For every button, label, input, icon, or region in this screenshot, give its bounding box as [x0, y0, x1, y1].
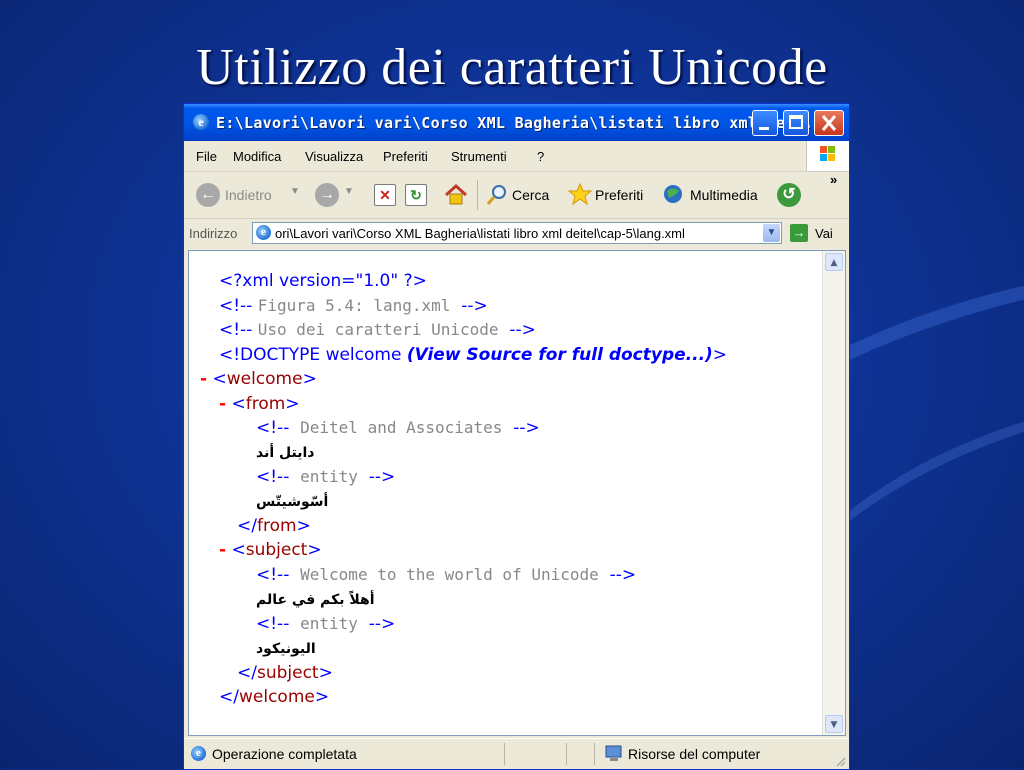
menu-visualizza[interactable]: Visualizza [305, 149, 363, 164]
arabic-text: اليونيكود [256, 641, 316, 657]
comment-line: <!-- Welcome to the world of Unicode --> [256, 565, 637, 585]
media-button-label[interactable]: Multimedia [690, 187, 758, 203]
media-icon[interactable] [661, 182, 687, 206]
comment-line: <!-- entity --> [256, 467, 396, 487]
menu-help[interactable]: ? [537, 149, 544, 164]
status-divider [594, 743, 595, 765]
search-icon[interactable] [485, 183, 509, 207]
toolbar-separator [477, 180, 478, 210]
resize-grip-icon[interactable] [833, 754, 847, 768]
status-zone: Risorse del computer [628, 746, 761, 762]
menu-strumenti[interactable]: Strumenti [451, 149, 507, 164]
scroll-down-icon[interactable]: ▼ [825, 715, 843, 733]
search-button-label[interactable]: Cerca [512, 187, 549, 203]
close-icon [821, 115, 837, 131]
arabic-text: أسّوشيتّس [256, 494, 329, 510]
status-divider [504, 743, 505, 765]
doctype-line: <!DOCTYPE welcome (View Source for full … [219, 345, 728, 365]
close-button[interactable] [814, 110, 844, 136]
stop-icon[interactable]: ✕ [374, 184, 396, 206]
back-arrow-icon[interactable]: ← [196, 183, 220, 207]
refresh-icon[interactable]: ↻ [405, 184, 427, 206]
from-close-tag: </from> [237, 516, 311, 536]
favorites-star-icon[interactable] [567, 182, 593, 206]
go-button-label[interactable]: Vai [815, 226, 833, 241]
status-text: Operazione completata [212, 746, 357, 762]
xml-document-view: <?xml version="1.0" ?> <!-- Figura 5.4: … [188, 250, 846, 736]
computer-icon [605, 745, 622, 761]
comment-line: <!-- Figura 5.4: lang.xml --> [219, 296, 488, 316]
comment-line: <!-- Uso dei caratteri Unicode --> [219, 320, 536, 340]
address-field[interactable]: e ori\Lavori vari\Corso XML Bagheria\lis… [252, 222, 782, 244]
status-bar: e Operazione completata Risorse del comp… [184, 738, 849, 769]
menu-file[interactable]: File [196, 149, 217, 164]
back-button-label[interactable]: Indietro [225, 187, 272, 203]
welcome-open-tag[interactable]: - <welcome> [200, 368, 317, 390]
comment-line: <!-- entity --> [256, 614, 396, 634]
comment-line: <!-- Deitel and Associates --> [256, 418, 540, 438]
toolbar-more-chevron[interactable]: » [830, 172, 837, 187]
arabic-text: أهلاً بكم في عالم [256, 592, 375, 608]
menu-modifica[interactable]: Modifica [233, 149, 281, 164]
forward-dropdown-icon[interactable]: ▼ [344, 186, 354, 197]
maximize-button[interactable] [783, 110, 809, 136]
page-icon: e [256, 225, 271, 240]
arabic-text: دايتل أند [256, 445, 315, 461]
home-icon[interactable] [443, 183, 469, 207]
address-label: Indirizzo [189, 226, 238, 241]
xml-declaration: <?xml version="1.0" ?> [219, 271, 427, 291]
maximize-icon [789, 115, 803, 129]
address-dropdown-icon[interactable]: ▼ [763, 224, 780, 242]
go-arrow-icon[interactable]: → [790, 224, 808, 242]
history-icon[interactable]: ↺ [777, 183, 801, 207]
menu-bar: File Modifica Visualizza Preferiti Strum… [184, 141, 849, 172]
welcome-close-tag: </welcome> [219, 687, 330, 707]
window-title: E:\Lavori\Lavori vari\Corso XML Bagheria… [216, 114, 814, 132]
menu-preferiti[interactable]: Preferiti [383, 149, 428, 164]
favorites-button-label[interactable]: Preferiti [595, 187, 643, 203]
subject-close-tag: </subject> [237, 663, 333, 683]
status-page-icon: e [191, 746, 206, 761]
ie-icon: e [193, 114, 209, 130]
title-bar[interactable]: e E:\Lavori\Lavori vari\Corso XML Bagher… [184, 104, 849, 141]
minimize-button[interactable] [752, 110, 778, 136]
vertical-scrollbar[interactable]: ▲ ▼ [822, 251, 845, 735]
browser-window: e E:\Lavori\Lavori vari\Corso XML Bagher… [183, 103, 850, 770]
subject-open-tag[interactable]: - <subject> [219, 539, 322, 561]
address-bar: Indirizzo e ori\Lavori vari\Corso XML Ba… [184, 219, 849, 249]
minimize-icon [759, 127, 769, 130]
back-dropdown-icon[interactable]: ▼ [290, 186, 300, 197]
from-open-tag[interactable]: - <from> [219, 393, 300, 415]
slide-title: Utilizzo dei caratteri Unicode [196, 39, 828, 96]
windows-logo-icon [806, 141, 849, 171]
standard-toolbar: ← Indietro ▼ → ▼ ✕ ↻ Cerca Preferiti Mul… [184, 172, 849, 219]
status-divider [566, 743, 567, 765]
forward-arrow-icon[interactable]: → [315, 183, 339, 207]
address-value[interactable]: ori\Lavori vari\Corso XML Bagheria\lista… [275, 226, 685, 241]
scroll-up-icon[interactable]: ▲ [825, 253, 843, 271]
